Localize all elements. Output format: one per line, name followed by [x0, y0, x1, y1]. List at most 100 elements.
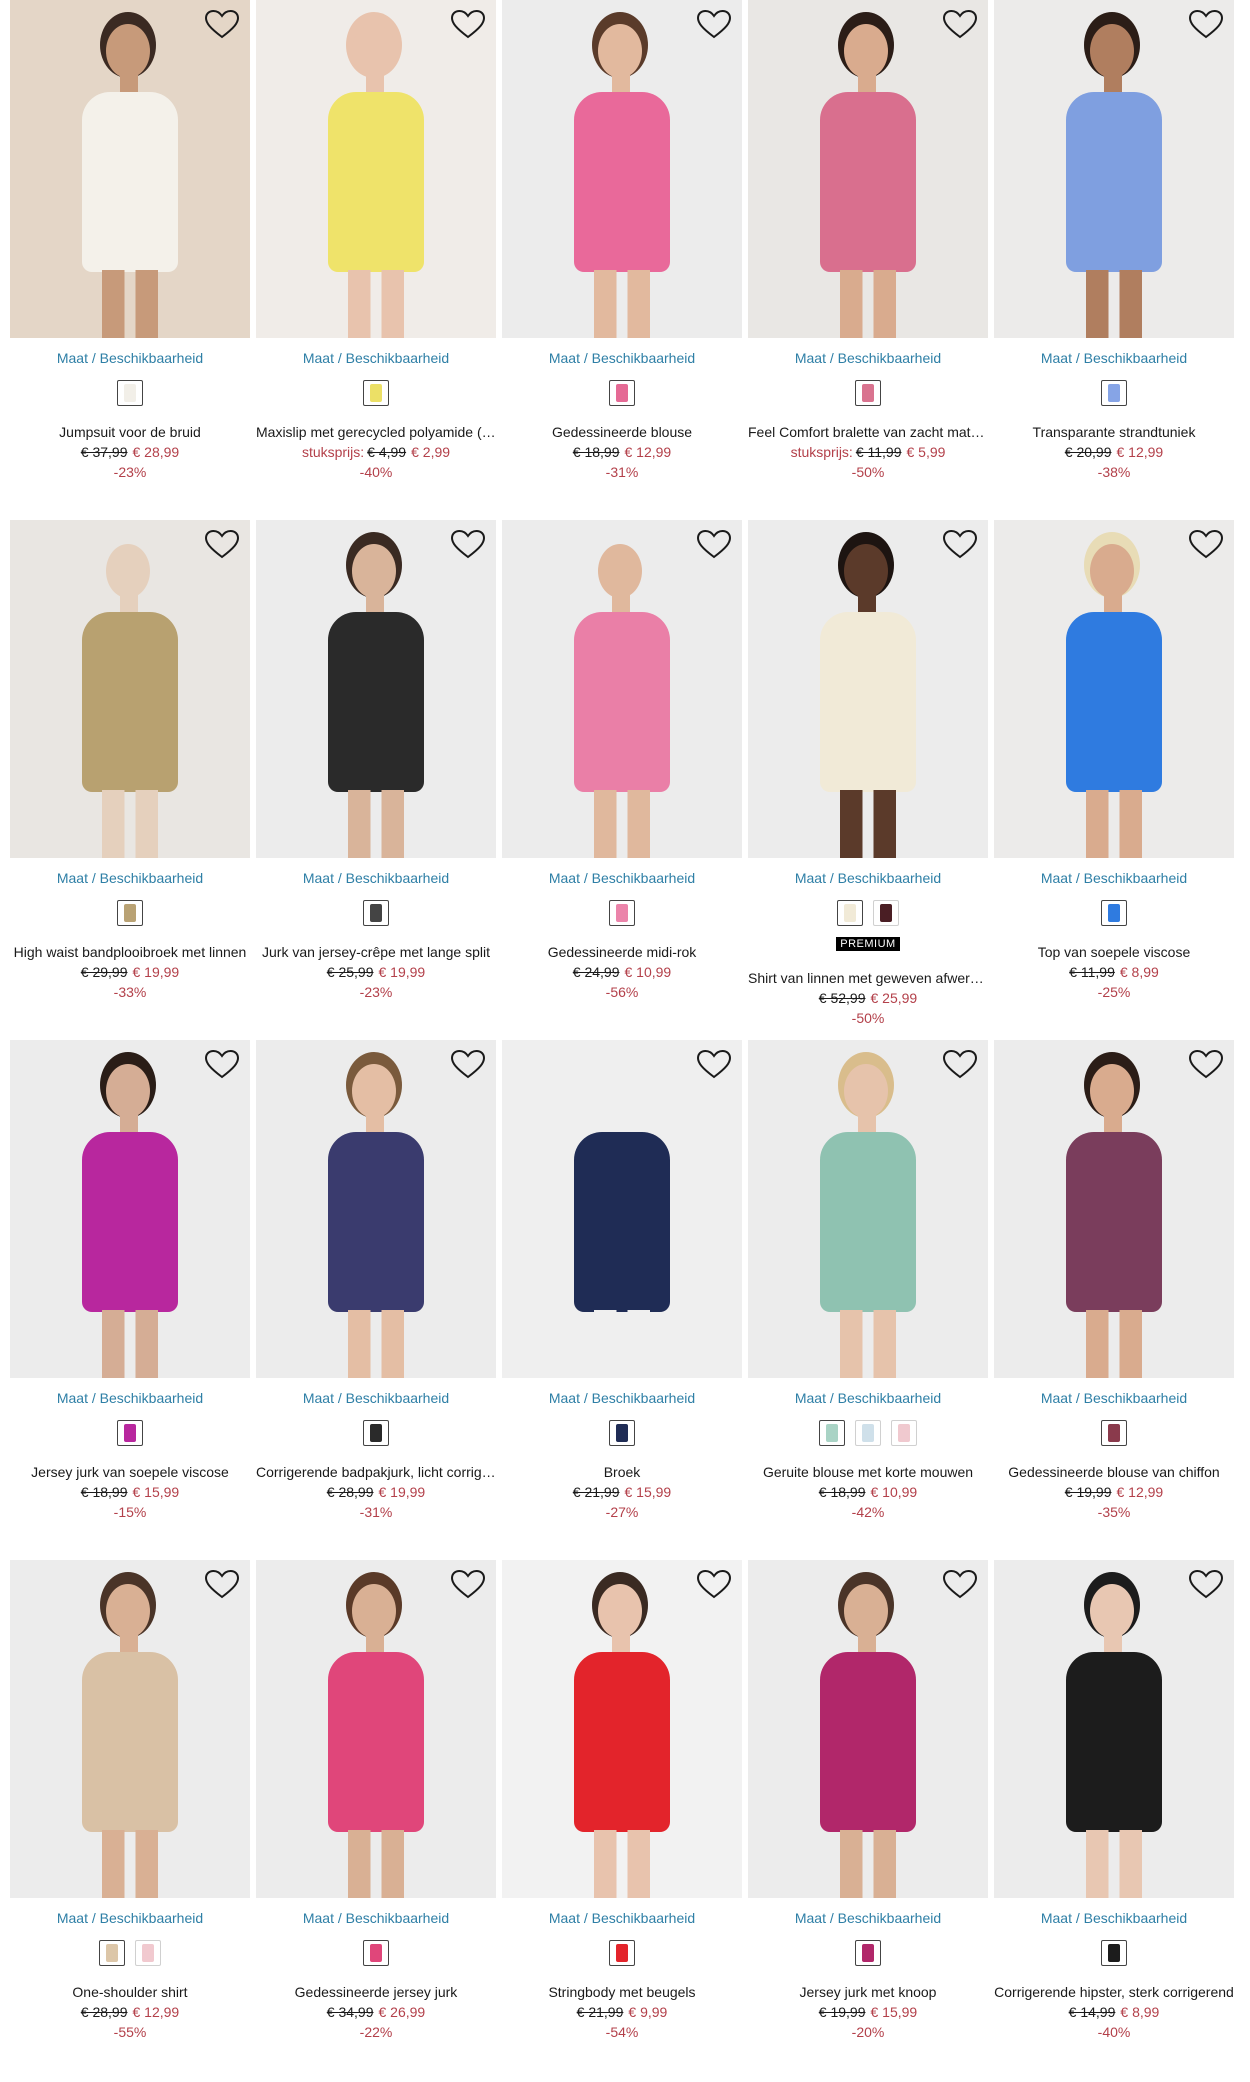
color-swatch[interactable]	[609, 380, 635, 406]
wishlist-heart-icon[interactable]	[696, 1569, 732, 1599]
color-swatch[interactable]	[363, 1420, 389, 1446]
product-title[interactable]: Jersey jurk met knoop	[748, 1984, 988, 2000]
product-card[interactable]: Maat / Beschikbaarheid Broek € 21,99 € 15,9…	[502, 1040, 742, 1560]
wishlist-heart-icon[interactable]	[1188, 529, 1224, 559]
product-card[interactable]: Maat / Beschikbaarheid Gedessineerde midi…	[502, 520, 742, 1040]
product-card[interactable]: Maat / Beschikbaarheid PREMIUM Shirt van l…	[748, 520, 988, 1040]
wishlist-heart-icon[interactable]	[942, 529, 978, 559]
color-swatch[interactable]	[117, 380, 143, 406]
product-card[interactable]: Maat / Beschikbaarheid Jersey jurk met kn…	[748, 1560, 988, 2080]
product-card[interactable]: Maat / Beschikbaarheid Corrigerende hipst…	[994, 1560, 1234, 2080]
wishlist-heart-icon[interactable]	[1188, 1569, 1224, 1599]
product-image[interactable]	[994, 520, 1234, 858]
product-image[interactable]	[10, 520, 250, 858]
size-availability-link[interactable]: Maat / Beschikbaarheid	[10, 1910, 250, 1926]
size-availability-link[interactable]: Maat / Beschikbaarheid	[994, 1390, 1234, 1406]
product-title[interactable]: Stringbody met beugels	[502, 1984, 742, 2000]
product-image[interactable]	[748, 1040, 988, 1378]
color-swatch[interactable]	[135, 1940, 161, 1966]
product-title[interactable]: Maxislip met gerecycled polyamide (4 stu…	[256, 424, 496, 440]
size-availability-link[interactable]: Maat / Beschikbaarheid	[748, 1910, 988, 1926]
product-title[interactable]: Jumpsuit voor de bruid	[10, 424, 250, 440]
wishlist-heart-icon[interactable]	[204, 1049, 240, 1079]
product-image[interactable]	[748, 1560, 988, 1898]
product-card[interactable]: Maat / Beschikbaarheid Stringbody met beu…	[502, 1560, 742, 2080]
product-title[interactable]: Jurk van jersey-crêpe met lange split	[256, 944, 496, 960]
wishlist-heart-icon[interactable]	[1188, 1049, 1224, 1079]
color-swatch[interactable]	[1101, 900, 1127, 926]
product-image[interactable]	[502, 1560, 742, 1898]
color-swatch[interactable]	[609, 900, 635, 926]
wishlist-heart-icon[interactable]	[450, 1049, 486, 1079]
product-card[interactable]: Maat / Beschikbaarheid Transparante stran…	[994, 0, 1234, 520]
color-swatch[interactable]	[363, 900, 389, 926]
size-availability-link[interactable]: Maat / Beschikbaarheid	[748, 350, 988, 366]
size-availability-link[interactable]: Maat / Beschikbaarheid	[256, 350, 496, 366]
product-card[interactable]: Maat / Beschikbaarheid One-shoulder shirt…	[10, 1560, 250, 2080]
wishlist-heart-icon[interactable]	[942, 1569, 978, 1599]
color-swatch[interactable]	[609, 1420, 635, 1446]
wishlist-heart-icon[interactable]	[942, 1049, 978, 1079]
product-card[interactable]: Maat / Beschikbaarheid Gedessineerde blou…	[502, 0, 742, 520]
product-card[interactable]: Maat / Beschikbaarheid Jersey jurk van so…	[10, 1040, 250, 1560]
wishlist-heart-icon[interactable]	[1188, 9, 1224, 39]
product-card[interactable]: Maat / Beschikbaarheid Top van soepele vi…	[994, 520, 1234, 1040]
color-swatch[interactable]	[609, 1940, 635, 1966]
color-swatch[interactable]	[1101, 1940, 1127, 1966]
color-swatch[interactable]	[873, 900, 899, 926]
color-swatch[interactable]	[117, 1420, 143, 1446]
wishlist-heart-icon[interactable]	[450, 529, 486, 559]
product-title[interactable]: Gedessineerde jersey jurk	[256, 1984, 496, 2000]
product-image[interactable]	[256, 0, 496, 338]
product-title[interactable]: One-shoulder shirt	[10, 1984, 250, 2000]
size-availability-link[interactable]: Maat / Beschikbaarheid	[994, 1910, 1234, 1926]
size-availability-link[interactable]: Maat / Beschikbaarheid	[256, 870, 496, 886]
size-availability-link[interactable]: Maat / Beschikbaarheid	[748, 1390, 988, 1406]
product-title[interactable]: Corrigerende hipster, sterk corrigerend	[994, 1984, 1234, 2000]
product-image[interactable]	[502, 0, 742, 338]
product-image[interactable]	[502, 520, 742, 858]
product-title[interactable]: Gedessineerde blouse van chiffon	[994, 1464, 1234, 1480]
product-image[interactable]	[256, 520, 496, 858]
wishlist-heart-icon[interactable]	[942, 9, 978, 39]
wishlist-heart-icon[interactable]	[450, 9, 486, 39]
color-swatch[interactable]	[363, 1940, 389, 1966]
size-availability-link[interactable]: Maat / Beschikbaarheid	[10, 1390, 250, 1406]
product-card[interactable]: Maat / Beschikbaarheid Jurk van jersey-cr…	[256, 520, 496, 1040]
color-swatch[interactable]	[855, 1940, 881, 1966]
product-card[interactable]: Maat / Beschikbaarheid Jumpsuit voor de b…	[10, 0, 250, 520]
product-title[interactable]: Jersey jurk van soepele viscose	[10, 1464, 250, 1480]
size-availability-link[interactable]: Maat / Beschikbaarheid	[748, 870, 988, 886]
size-availability-link[interactable]: Maat / Beschikbaarheid	[256, 1910, 496, 1926]
color-swatch[interactable]	[855, 380, 881, 406]
wishlist-heart-icon[interactable]	[696, 529, 732, 559]
product-title[interactable]: Corrigerende badpakjurk, licht corrigere…	[256, 1464, 496, 1480]
color-swatch[interactable]	[99, 1940, 125, 1966]
wishlist-heart-icon[interactable]	[696, 1049, 732, 1079]
product-image[interactable]	[10, 1040, 250, 1378]
size-availability-link[interactable]: Maat / Beschikbaarheid	[502, 1390, 742, 1406]
product-image[interactable]	[10, 1560, 250, 1898]
product-image[interactable]	[10, 0, 250, 338]
size-availability-link[interactable]: Maat / Beschikbaarheid	[256, 1390, 496, 1406]
product-title[interactable]: Shirt van linnen met geweven afwerking	[748, 970, 988, 986]
color-swatch[interactable]	[1101, 380, 1127, 406]
wishlist-heart-icon[interactable]	[204, 529, 240, 559]
product-image[interactable]	[502, 1040, 742, 1378]
product-title[interactable]: Geruite blouse met korte mouwen	[748, 1464, 988, 1480]
color-swatch[interactable]	[819, 1420, 845, 1446]
wishlist-heart-icon[interactable]	[696, 9, 732, 39]
product-title[interactable]: Feel Comfort bralette van zacht materiaa…	[748, 424, 988, 440]
product-card[interactable]: Maat / Beschikbaarheid Geruite blouse met…	[748, 1040, 988, 1560]
product-card[interactable]: Maat / Beschikbaarheid High waist bandplo…	[10, 520, 250, 1040]
size-availability-link[interactable]: Maat / Beschikbaarheid	[502, 1910, 742, 1926]
product-title[interactable]: High waist bandplooibroek met linnen	[10, 944, 250, 960]
color-swatch[interactable]	[363, 380, 389, 406]
color-swatch[interactable]	[855, 1420, 881, 1446]
product-title[interactable]: Broek	[502, 1464, 742, 1480]
wishlist-heart-icon[interactable]	[204, 9, 240, 39]
color-swatch[interactable]	[117, 900, 143, 926]
size-availability-link[interactable]: Maat / Beschikbaarheid	[502, 870, 742, 886]
size-availability-link[interactable]: Maat / Beschikbaarheid	[502, 350, 742, 366]
wishlist-heart-icon[interactable]	[204, 1569, 240, 1599]
